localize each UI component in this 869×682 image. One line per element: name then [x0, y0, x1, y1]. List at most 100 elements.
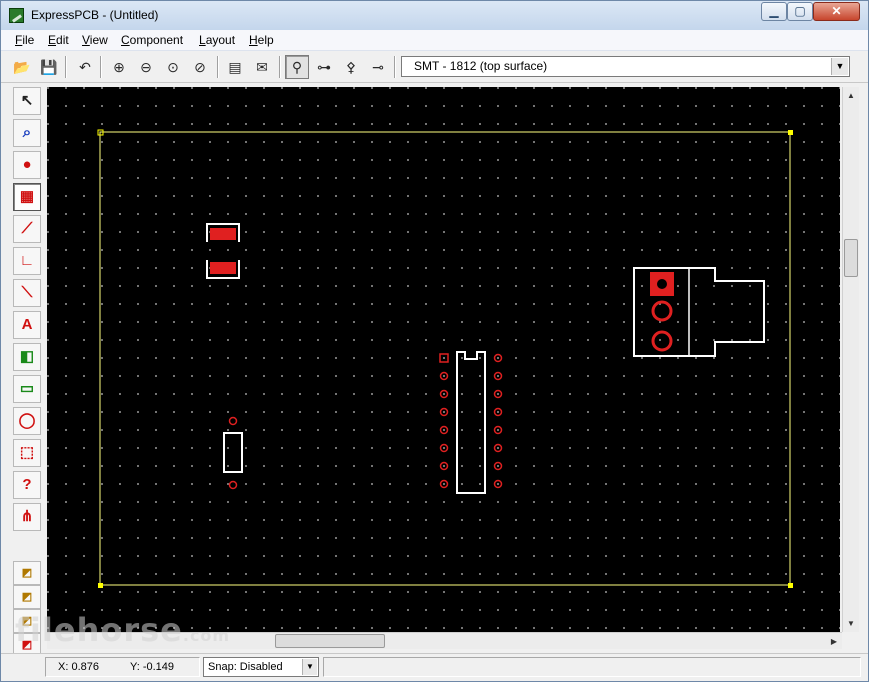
show-bottom-layer-button[interactable]: ◩ [13, 585, 41, 609]
menu-component-accel: C [121, 33, 130, 47]
layer-select[interactable]: SMT - 1812 (top surface) ▼ [401, 56, 850, 77]
board-corner-handle[interactable] [788, 583, 793, 588]
save-button[interactable]: 💾 [37, 55, 61, 79]
menu-file[interactable]: File [15, 33, 34, 47]
dip-pad[interactable] [439, 479, 449, 489]
fill-plane-tool-button[interactable]: ◧ [13, 343, 41, 371]
dip-pad[interactable] [493, 425, 503, 435]
zoom-fit-icon: ⊙ [167, 59, 179, 75]
select-tool-icon: ↖ [20, 92, 34, 109]
pcb-canvas[interactable] [47, 87, 840, 632]
dip-16-component[interactable] [439, 351, 503, 494]
component-mode-button[interactable]: ⚲ [285, 55, 309, 79]
undo-icon: ↶ [79, 59, 91, 75]
diagonal-trace-tool-button[interactable]: ⟍ [13, 279, 41, 307]
vertical-scroll-thumb[interactable] [844, 239, 858, 277]
layer-select-value: SMT - 1812 (top surface) [414, 59, 548, 73]
status-bar: X: 0.876 Y: -0.149 Snap: Disabled ▼ [1, 653, 868, 681]
dip-pad[interactable] [493, 479, 503, 489]
component-mode-icon: ⚲ [291, 59, 303, 75]
smt-1812-component[interactable] [206, 223, 240, 279]
zoom-previous-button[interactable]: ⊘ [188, 55, 212, 79]
maximize-button[interactable]: ▢ [787, 2, 813, 21]
pad-query-tool-button[interactable]: ? [13, 471, 41, 499]
menu-layout-label: ayout [205, 33, 236, 47]
layer-toggle-icon: ◩ [21, 591, 33, 603]
menu-layout[interactable]: Layout [199, 33, 235, 47]
menu-edit[interactable]: Edit [48, 33, 69, 47]
dip-pad[interactable] [439, 443, 449, 453]
menu-help[interactable]: Help [249, 33, 274, 47]
menu-view[interactable]: View [82, 33, 108, 47]
resistor-pad[interactable] [228, 416, 238, 426]
zoom-in-button[interactable]: ⊕ [107, 55, 131, 79]
pin-mode-icon: ⚴ [345, 59, 357, 75]
dip-pad[interactable] [493, 353, 503, 363]
chevron-down-icon[interactable]: ▼ [831, 58, 848, 75]
connector-component[interactable] [633, 267, 765, 357]
vertical-scrollbar[interactable]: ▲ ▼ [842, 87, 859, 632]
place-pad-tool-button[interactable]: ● [13, 151, 41, 179]
netlist-tool-button[interactable]: ⋔ [13, 503, 41, 531]
smt-pad[interactable] [210, 228, 236, 240]
dip-pad[interactable] [439, 461, 449, 471]
trace-mode-button[interactable]: ⊶ [312, 55, 336, 79]
expresspcb-window: ExpressPCB - (Untitled) ▁ ▢ ✕ File Edit … [0, 0, 869, 682]
board-corner-handle[interactable] [98, 583, 103, 588]
show-top-layer-button[interactable]: ◩ [13, 561, 41, 585]
zoom-fit-button[interactable]: ⊙ [161, 55, 185, 79]
select-tool-button[interactable]: ↖ [13, 87, 41, 115]
menu-help-label: elp [257, 33, 274, 47]
dip-pad[interactable] [439, 371, 449, 381]
trace-tool-icon: ⟋ [21, 220, 33, 237]
zoom-select-tool-button[interactable]: ⌕ [13, 119, 41, 147]
rectangle-tool-button[interactable]: ⬚ [13, 439, 41, 467]
smt-pad[interactable] [210, 262, 236, 274]
window-title: ExpressPCB - (Untitled) [31, 8, 159, 22]
ground-plane-tool-button[interactable]: ▭ [13, 375, 41, 403]
order-pcb-button[interactable]: ✉ [250, 55, 274, 79]
resistor-component[interactable] [223, 416, 243, 490]
dip-pad[interactable] [439, 389, 449, 399]
circle-tool-button[interactable]: ◯ [13, 407, 41, 435]
snap-select[interactable]: Snap: Disabled ▼ [203, 657, 319, 677]
menu-component[interactable]: Component [121, 33, 183, 47]
connector-pad[interactable] [651, 330, 673, 352]
watermark-suffix: .com [182, 626, 231, 645]
chevron-down-icon[interactable]: ▼ [302, 659, 317, 675]
dip-pad[interactable] [439, 425, 449, 435]
place-component-tool-button[interactable]: ▦ [13, 183, 41, 211]
pin-mode-button[interactable]: ⚴ [339, 55, 363, 79]
scroll-up-icon[interactable]: ▲ [843, 87, 859, 104]
corner-trace-tool-button[interactable]: ∟ [13, 247, 41, 275]
trace-tool-button[interactable]: ⟋ [13, 215, 41, 243]
board-corner-handle[interactable] [788, 130, 793, 135]
pad-mode-button[interactable]: ⊸ [366, 55, 390, 79]
scroll-down-icon[interactable]: ▼ [843, 615, 859, 632]
pad-mode-icon: ⊸ [372, 59, 384, 75]
dip-pad[interactable] [439, 407, 449, 417]
zoom-out-button[interactable]: ⊖ [134, 55, 158, 79]
dip-pad[interactable] [493, 461, 503, 471]
scroll-right-icon[interactable]: ▶ [826, 633, 842, 650]
text-tool-button[interactable]: A [13, 311, 41, 339]
connector-pad[interactable] [651, 300, 673, 322]
connector-pad-hole [657, 279, 667, 289]
dip-pad[interactable] [493, 389, 503, 399]
dip-pad[interactable] [493, 371, 503, 381]
place-component-tool-icon: ▦ [19, 188, 35, 205]
properties-button[interactable]: ▤ [223, 55, 247, 79]
close-button[interactable]: ✕ [813, 2, 860, 21]
resistor-pad[interactable] [228, 480, 238, 490]
dip-pad[interactable] [493, 443, 503, 453]
minimize-button[interactable]: ▁ [761, 2, 787, 21]
menu-bar: File Edit View Component Layout Help [1, 30, 868, 51]
dip-pad[interactable] [439, 353, 449, 363]
dip-pad[interactable] [493, 407, 503, 417]
undo-button[interactable]: ↶ [73, 55, 97, 79]
horizontal-scroll-thumb[interactable] [275, 634, 385, 648]
board-outline[interactable] [99, 131, 791, 586]
snap-value: Snap: Disabled [208, 661, 283, 673]
pad-query-tool-icon: ? [22, 476, 32, 493]
open-button[interactable]: 📂 [10, 55, 34, 79]
